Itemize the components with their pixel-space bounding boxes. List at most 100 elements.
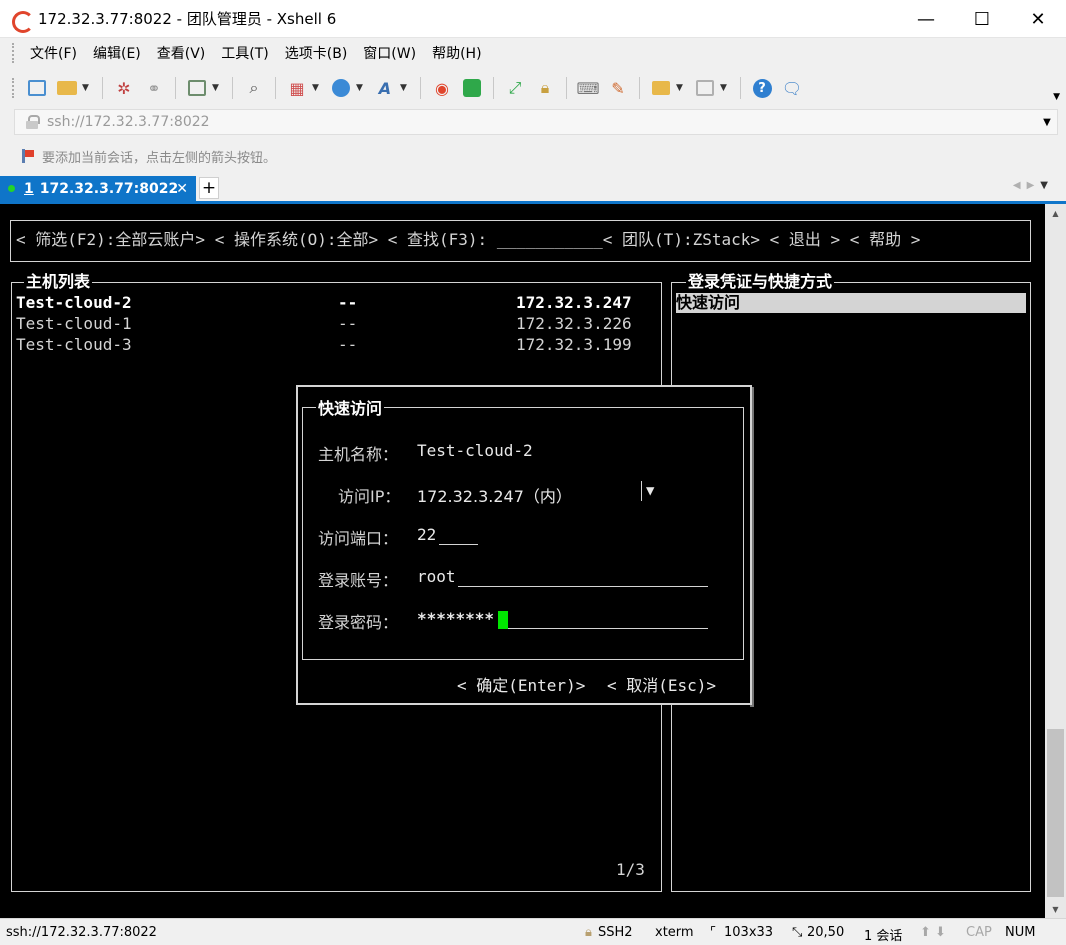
tab-strip: 1 172.32.3.77:8022 ✕ + ◀▶▼ bbox=[0, 176, 1066, 204]
scrollbar-thumb[interactable] bbox=[1047, 729, 1064, 897]
window-title: 172.32.3.77:8022 - 团队管理员 - Xshell 6 bbox=[38, 10, 337, 28]
host-name: Test-cloud-2 bbox=[16, 293, 132, 312]
password-input-underline bbox=[508, 628, 708, 629]
address-dropdown-icon[interactable]: ▼ bbox=[1037, 117, 1057, 128]
ip-dropdown-icon[interactable]: ▼ bbox=[646, 483, 654, 499]
menu-tab[interactable]: 选项卡(B) bbox=[277, 43, 356, 63]
host-os: -- bbox=[338, 293, 358, 312]
panel-icon[interactable] bbox=[692, 75, 718, 101]
toolbar-separator bbox=[275, 77, 276, 99]
text-cursor bbox=[498, 611, 508, 629]
toolbar-separator bbox=[639, 77, 640, 99]
scroll-up-icon[interactable]: ▲ bbox=[1045, 204, 1066, 222]
username-input[interactable]: root bbox=[417, 567, 456, 586]
maximize-button[interactable]: ☐ bbox=[954, 0, 1010, 38]
layout-dropdown-icon[interactable]: ▼ bbox=[312, 83, 322, 93]
status-cursor-icon: ⤡ bbox=[792, 925, 803, 940]
toolbar-grip bbox=[12, 78, 16, 98]
keyboard-icon[interactable]: ⌨ bbox=[575, 75, 601, 101]
lock-icon bbox=[25, 115, 40, 129]
menu-grip bbox=[12, 43, 16, 63]
tab-scroll-arrows[interactable]: ◀▶▼ bbox=[1013, 180, 1054, 191]
toolbar-separator bbox=[232, 77, 233, 99]
new-session-icon[interactable] bbox=[24, 75, 50, 101]
title-bar: 172.32.3.77:8022 - 团队管理员 - Xshell 6 — ☐ … bbox=[0, 0, 1066, 38]
toolbar-separator bbox=[175, 77, 176, 99]
add-folder-dropdown-icon[interactable]: ▼ bbox=[676, 83, 686, 93]
xftp-icon[interactable] bbox=[459, 75, 485, 101]
status-arrows-icon: ⬆ ⬇ bbox=[920, 925, 946, 940]
password-input[interactable]: ******** bbox=[417, 609, 494, 628]
new-tab-button[interactable]: + bbox=[199, 177, 219, 199]
font-dropdown-icon[interactable]: ▼ bbox=[400, 83, 410, 93]
status-bar: ssh://172.32.3.77:8022 🔒︎ SSH2 xterm ⌜ 1… bbox=[0, 918, 1066, 945]
window-controls: — ☐ ✕ bbox=[898, 0, 1066, 38]
open-folder-icon[interactable] bbox=[54, 75, 80, 101]
toolbar-separator bbox=[566, 77, 567, 99]
credentials-item-quick-access[interactable]: 快速访问 bbox=[676, 293, 1026, 313]
port-input-underline bbox=[439, 544, 478, 545]
menu-edit[interactable]: 编辑(E) bbox=[85, 43, 149, 63]
access-ip-select[interactable]: 172.32.3.247（内） bbox=[417, 483, 572, 507]
address-input[interactable]: ssh://172.32.3.77:8022 bbox=[47, 114, 1037, 130]
menu-file[interactable]: 文件(F) bbox=[22, 43, 85, 63]
username-input-underline bbox=[458, 586, 708, 587]
status-size-icon: ⌜ bbox=[710, 925, 717, 940]
credentials-title: 登录凭证与快捷方式 bbox=[686, 272, 835, 292]
terminal-topbar[interactable]: < 筛选(F2):全部云账户> < 操作系统(O):全部> < 查找(F3): … bbox=[16, 230, 920, 250]
xshell-app-icon bbox=[10, 8, 34, 33]
add-folder-icon[interactable] bbox=[648, 75, 674, 101]
status-cursor-position: 20,50 bbox=[807, 925, 845, 940]
menu-view[interactable]: 查看(V) bbox=[149, 43, 214, 63]
menu-help[interactable]: 帮助(H) bbox=[424, 43, 489, 63]
menu-tools[interactable]: 工具(T) bbox=[213, 43, 276, 63]
search-icon[interactable]: ⌕ bbox=[241, 75, 267, 101]
fullscreen-icon[interactable]: ⤢ bbox=[502, 75, 528, 101]
password-label: 登录密码： bbox=[318, 613, 399, 632]
ok-button[interactable]: < 确定(Enter)> bbox=[457, 672, 585, 696]
toolbar-overflow-icon[interactable]: ▼ bbox=[1053, 92, 1060, 102]
panel-dropdown-icon[interactable]: ▼ bbox=[720, 83, 730, 93]
status-num-lock: NUM bbox=[1005, 925, 1036, 940]
xshell-icon[interactable]: ◉ bbox=[429, 75, 455, 101]
chat-icon[interactable]: 🗨︎ bbox=[779, 75, 805, 101]
toolbar-separator bbox=[102, 77, 103, 99]
disconnect-icon[interactable]: ⚭ bbox=[141, 75, 167, 101]
username-label: 登录账号： bbox=[318, 571, 399, 590]
minimize-button[interactable]: — bbox=[898, 0, 954, 38]
globe-icon[interactable] bbox=[328, 75, 354, 101]
tab-session-1[interactable]: 1 172.32.3.77:8022 ✕ bbox=[0, 176, 196, 201]
host-name-value: Test-cloud-2 bbox=[417, 441, 533, 460]
scroll-down-icon[interactable]: ▼ bbox=[1045, 900, 1066, 918]
connected-status-icon bbox=[8, 185, 15, 192]
properties-dropdown-icon[interactable]: ▼ bbox=[212, 83, 222, 93]
close-button[interactable]: ✕ bbox=[1010, 0, 1066, 38]
properties-icon[interactable] bbox=[184, 75, 210, 101]
session-hint-bar: 要添加当前会话，点击左侧的箭头按钮。 bbox=[0, 140, 1066, 172]
globe-dropdown-icon[interactable]: ▼ bbox=[356, 83, 366, 93]
terminal-scrollbar[interactable]: ▲ ▼ bbox=[1045, 204, 1066, 918]
ip-select-divider bbox=[641, 481, 642, 501]
host-name-label: 主机名称： bbox=[318, 445, 399, 464]
lock-icon[interactable]: 🔒︎ bbox=[532, 75, 558, 101]
connect-icon[interactable]: ✲ bbox=[111, 75, 137, 101]
host-ip: 172.32.3.199 bbox=[516, 335, 632, 354]
menu-window[interactable]: 窗口(W) bbox=[355, 43, 424, 63]
cancel-button[interactable]: < 取消(Esc)> bbox=[607, 672, 716, 696]
help-icon[interactable]: ? bbox=[749, 75, 775, 101]
dialog-title: 快速访问 bbox=[316, 399, 385, 419]
highlight-icon[interactable]: ✎ bbox=[605, 75, 631, 101]
address-bar[interactable]: ssh://172.32.3.77:8022 ▼ bbox=[14, 109, 1058, 135]
toolbar: ▼ ✲ ⚭ ▼ ⌕ ▦ ▼ ▼ A ▼ ◉ ⤢ 🔒︎ ⌨ ✎ ▼ ▼ ? 🗨︎ … bbox=[0, 70, 1066, 106]
port-input[interactable]: 22 bbox=[417, 525, 436, 544]
toolbar-separator bbox=[493, 77, 494, 99]
add-session-arrow-icon[interactable] bbox=[20, 148, 36, 164]
font-icon[interactable]: A bbox=[372, 75, 398, 101]
status-protocol: SSH2 bbox=[598, 925, 633, 940]
terminal[interactable]: < 筛选(F2):全部云账户> < 操作系统(O):全部> < 查找(F3): … bbox=[0, 204, 1045, 918]
layout-icon[interactable]: ▦ bbox=[284, 75, 310, 101]
host-ip: 172.32.3.247 bbox=[516, 293, 632, 312]
port-label: 访问端口： bbox=[318, 529, 399, 548]
tab-close-icon[interactable]: ✕ bbox=[176, 181, 188, 197]
open-dropdown-icon[interactable]: ▼ bbox=[82, 83, 92, 93]
